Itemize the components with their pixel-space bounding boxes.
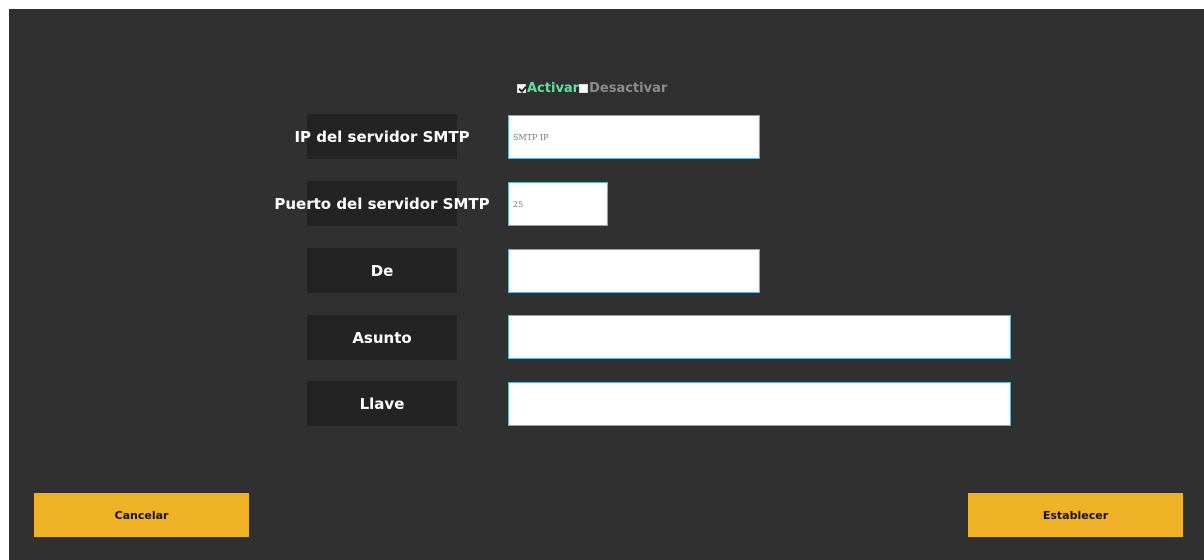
subject-label: Asunto	[307, 315, 457, 360]
deactivate-option[interactable]: Desactivar	[579, 81, 667, 96]
from-label: De	[307, 248, 457, 293]
enable-toggle-group: Activar Desactivar	[517, 80, 667, 96]
cancel-button[interactable]: Cancelar	[34, 493, 249, 537]
activate-option[interactable]: Activar	[517, 81, 579, 96]
smtp-port-label: Puerto del servidor SMTP	[274, 181, 490, 226]
activate-checkbox[interactable]	[517, 83, 526, 93]
smtp-ip-input[interactable]	[508, 115, 760, 159]
from-input[interactable]	[508, 249, 760, 293]
set-button[interactable]: Establecer	[968, 493, 1183, 537]
subject-input[interactable]	[508, 315, 1011, 359]
smtp-port-input[interactable]	[508, 182, 608, 226]
smtp-settings-panel: Activar Desactivar IP del servidor SMTP …	[9, 9, 1204, 560]
deactivate-checkbox[interactable]	[579, 83, 589, 93]
activate-label: Activar	[527, 80, 580, 96]
key-label: Llave	[307, 381, 457, 426]
deactivate-label: Desactivar	[589, 80, 668, 96]
smtp-ip-label: IP del servidor SMTP	[294, 114, 470, 159]
key-input[interactable]	[508, 382, 1011, 426]
